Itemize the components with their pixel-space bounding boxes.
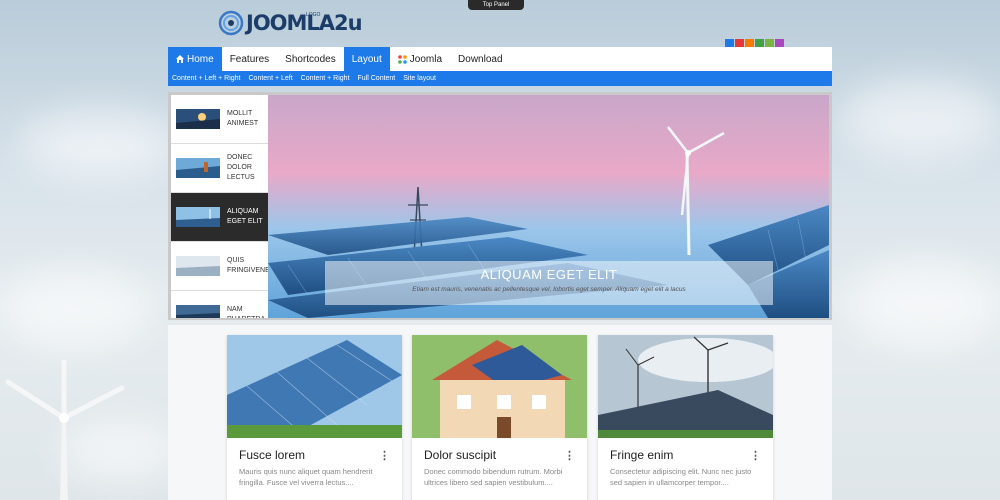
card-title[interactable]: Fusce lorem	[239, 448, 305, 462]
joomla-icon	[397, 54, 407, 64]
subnav-content-left-right[interactable]: Content + Left + Right	[172, 75, 241, 82]
site-logo[interactable]: JOOMLA2u LOGO	[218, 10, 363, 36]
subnav-full-content[interactable]: Full Content	[358, 75, 396, 82]
nav-item-shortcodes[interactable]: Shortcodes	[277, 47, 344, 71]
card-excerpt: Consectetur adipiscing elit. Nunc nec ju…	[610, 467, 752, 487]
thumb-image	[176, 256, 220, 276]
subnav-site-layout[interactable]: Site layout	[403, 75, 436, 82]
card-image-solar-panels[interactable]	[227, 335, 402, 438]
main-nav: Home Features Shortcodes Layout Joomla D…	[168, 47, 832, 71]
slider-thumbnails: MOLLIT ANIMEST DONEC DOLOR LECTUS ALIQUA…	[171, 95, 268, 318]
logo-swirl-icon	[218, 10, 244, 36]
nav-item-features[interactable]: Features	[222, 47, 277, 71]
subnav-content-left[interactable]: Content + Left	[249, 75, 293, 82]
slider-thumb[interactable]: NAM PHARETRA	[171, 291, 268, 318]
nav-item-layout[interactable]: Layout	[343, 47, 390, 71]
card-excerpt: Donec commodo bibendum rutrum. Morbi ult…	[424, 467, 563, 487]
subnav-content-right[interactable]: Content + Right	[301, 75, 350, 82]
thumb-image	[176, 109, 220, 129]
article-card: Dolor suscipit ⋮ Donec commodo bibendum …	[412, 335, 587, 500]
card-title[interactable]: Fringe enim	[610, 448, 673, 462]
article-card: Fusce lorem ⋮ Mauris quis nunc aliquet q…	[227, 335, 402, 500]
card-title[interactable]: Dolor suscipit	[424, 448, 496, 462]
card-excerpt: Mauris quis nunc aliquet quam hendrerit …	[239, 467, 373, 487]
thumb-image	[176, 158, 220, 178]
slider-thumb[interactable]: MOLLIT ANIMEST	[171, 95, 268, 144]
sub-nav: Content + Left + Right Content + Left Co…	[168, 71, 832, 86]
nav-item-download[interactable]: Download	[450, 47, 510, 71]
slider-thumb[interactable]: QUIS FRINGIVENE	[171, 242, 268, 291]
article-card: Fringe enim ⋮ Consectetur adipiscing eli…	[598, 335, 773, 500]
slider-thumb-active[interactable]: ALIQUAM EGET ELIT	[171, 193, 268, 242]
logo-text: JOOMLA2u	[246, 11, 363, 35]
slide-caption-text: Etiam est mauris, venenatis ac pellentes…	[412, 286, 686, 293]
top-panel-toggle[interactable]: Top Panel	[468, 0, 524, 10]
more-vertical-icon[interactable]: ⋮	[564, 449, 575, 462]
home-icon	[176, 55, 184, 63]
card-image-wind-solar-farm[interactable]	[598, 335, 773, 438]
card-image-house-solar-roof[interactable]	[412, 335, 587, 438]
slide-caption-title: ALIQUAM EGET ELIT	[480, 267, 618, 282]
more-vertical-icon[interactable]: ⋮	[379, 449, 390, 462]
thumb-image	[176, 207, 220, 227]
nav-item-joomla[interactable]: Joomla	[390, 47, 450, 71]
logo-subtext: LOGO	[306, 12, 321, 18]
background-wind-turbine	[5, 360, 125, 500]
thumb-image	[176, 305, 220, 318]
more-vertical-icon[interactable]: ⋮	[750, 449, 761, 462]
nav-item-home[interactable]: Home	[168, 47, 222, 71]
slider-thumb[interactable]: DONEC DOLOR LECTUS	[171, 144, 268, 193]
slide-caption: ALIQUAM EGET ELIT Etiam est mauris, vene…	[325, 261, 773, 305]
